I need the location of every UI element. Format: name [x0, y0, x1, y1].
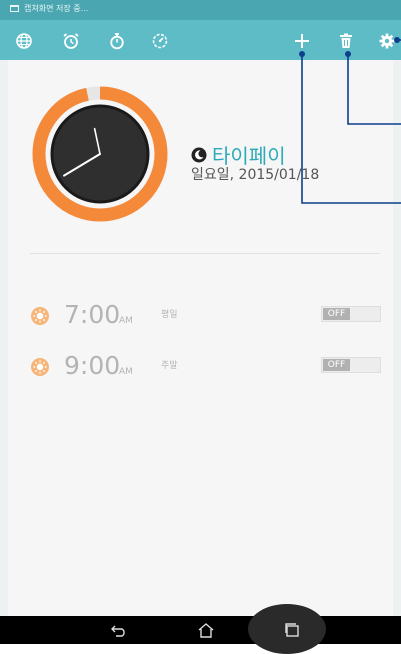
alarm-label: 주말 [161, 361, 178, 371]
timer-icon [152, 33, 168, 49]
settings-button[interactable] [376, 30, 398, 52]
world-clock-tab[interactable] [13, 30, 35, 52]
alarm-toggle-state: OFF [323, 308, 350, 320]
plus-icon [295, 34, 309, 48]
add-alarm-button[interactable] [291, 30, 313, 52]
back-button[interactable] [107, 620, 131, 640]
gear-icon [379, 33, 395, 49]
stopwatch-icon [110, 33, 124, 50]
alarm-row[interactable]: 7:00 AM 평일 OFF [30, 300, 382, 334]
screenshot-icon [10, 5, 19, 12]
alarm-time: 7:00 [64, 300, 121, 329]
timer-tab[interactable] [149, 30, 171, 52]
alarm-toggle-state: OFF [323, 359, 350, 371]
clock-date: 일요일, 2015/01/18 [191, 167, 320, 183]
recent-apps-icon [285, 623, 299, 637]
alarm-label: 평일 [161, 310, 178, 320]
sun-icon [31, 307, 49, 325]
recent-apps-button[interactable] [280, 620, 304, 640]
alarm-time: 9:00 [64, 351, 121, 380]
world-clock-dial[interactable] [30, 84, 170, 228]
back-icon [111, 625, 125, 637]
alarm-ampm: AM [119, 367, 133, 377]
delete-alarm-button[interactable] [335, 30, 357, 52]
globe-icon [16, 33, 32, 49]
sun-icon [31, 358, 49, 376]
alarm-row[interactable]: 9:00 AM 주말 OFF [30, 351, 382, 385]
trash-icon [340, 33, 352, 48]
stopwatch-tab[interactable] [106, 30, 128, 52]
alarm-tab[interactable] [60, 30, 82, 52]
alarm-clock-icon [63, 33, 79, 49]
status-bar: 캡쳐화면 저장 중... [0, 0, 401, 20]
alarm-ampm: AM [119, 316, 133, 326]
alarm-toggle[interactable]: OFF [321, 306, 381, 322]
main-content: 타이페이 일요일, 2015/01/18 7:00 AM 평일 OFF 9:00… [8, 60, 393, 616]
home-button[interactable] [194, 620, 218, 640]
status-notification-text: 캡쳐화면 저장 중... [24, 4, 89, 13]
alarm-app-screen: 캡쳐화면 저장 중... 타이페이 일요일, 2015/01/18 7:00 A… [0, 0, 401, 654]
home-icon [198, 623, 214, 638]
night-moon-icon [191, 147, 207, 162]
toolbar [0, 20, 401, 60]
navigation-bar [0, 604, 401, 654]
divider [30, 253, 380, 254]
alarm-toggle[interactable]: OFF [321, 357, 381, 373]
